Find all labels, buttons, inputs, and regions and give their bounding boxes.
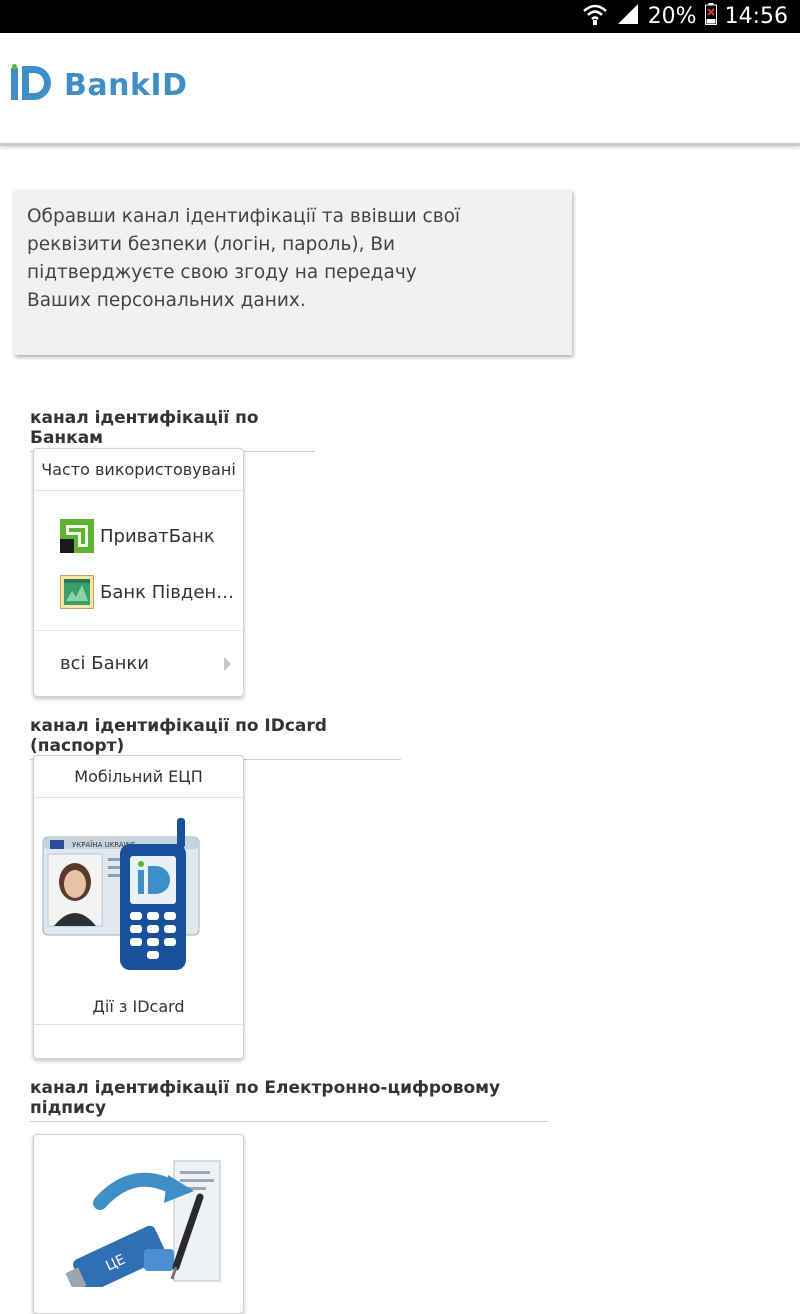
clock: 14:56 (724, 4, 788, 29)
card-divider (34, 1024, 243, 1025)
bank-label: Банк Півден… (100, 581, 235, 603)
bankid-logo-icon (10, 64, 54, 107)
consent-notice: Обравши канал ідентифікації та ввівши св… (14, 190, 572, 355)
app-header: BankID (0, 33, 800, 146)
wifi-icon (582, 2, 608, 32)
signal-icon (616, 2, 640, 32)
chevron-right-icon (224, 656, 231, 671)
all-banks-label: всі Банки (60, 653, 149, 674)
idcard-caption: Дії з IDcard (92, 997, 185, 1016)
idcard-card-header: Мобільний ЕЦП (34, 756, 243, 798)
battery-percent: 20% (647, 4, 697, 29)
bank-item-privatbank[interactable]: ПриватБанк (60, 519, 215, 553)
battery-icon (704, 2, 717, 31)
idcard-card[interactable]: Мобільний ЕЦП УКРАЇНА UKRAINE Дії з IDca… (33, 755, 244, 1059)
usb-key-pen-icon: ЦЕ (64, 1157, 224, 1293)
bank-item-pivdennyi[interactable]: Банк Півден… (60, 575, 234, 609)
section-title-banks: канал ідентифікації по Банкам (30, 408, 315, 452)
bank-pivdennyi-logo-icon (60, 575, 94, 609)
bankid-logo[interactable]: BankID (10, 64, 187, 107)
status-bar: 20% 14:56 (0, 0, 800, 33)
logo-text: BankID (64, 68, 188, 103)
privatbank-logo-icon (60, 519, 94, 553)
status-icons: 20% 14:56 (582, 0, 788, 33)
idcard-phone-icon: УКРАЇНА UKRAINE (42, 816, 202, 981)
section-title-idcard: канал ідентифікації по IDcard (паспорт) (30, 716, 401, 760)
eds-card[interactable]: ЦЕ (33, 1134, 244, 1314)
banks-card: Часто використовувані ПриватБанк Банк Пі… (33, 448, 244, 697)
consent-notice-text: Обравши канал ідентифікації та ввівши св… (27, 206, 461, 311)
all-banks-button[interactable]: всі Банки (34, 630, 243, 696)
banks-card-header: Часто використовувані (34, 449, 243, 491)
section-title-eds: канал ідентифікації по Електронно-цифров… (30, 1078, 548, 1122)
bank-label: ПриватБанк (100, 525, 215, 547)
